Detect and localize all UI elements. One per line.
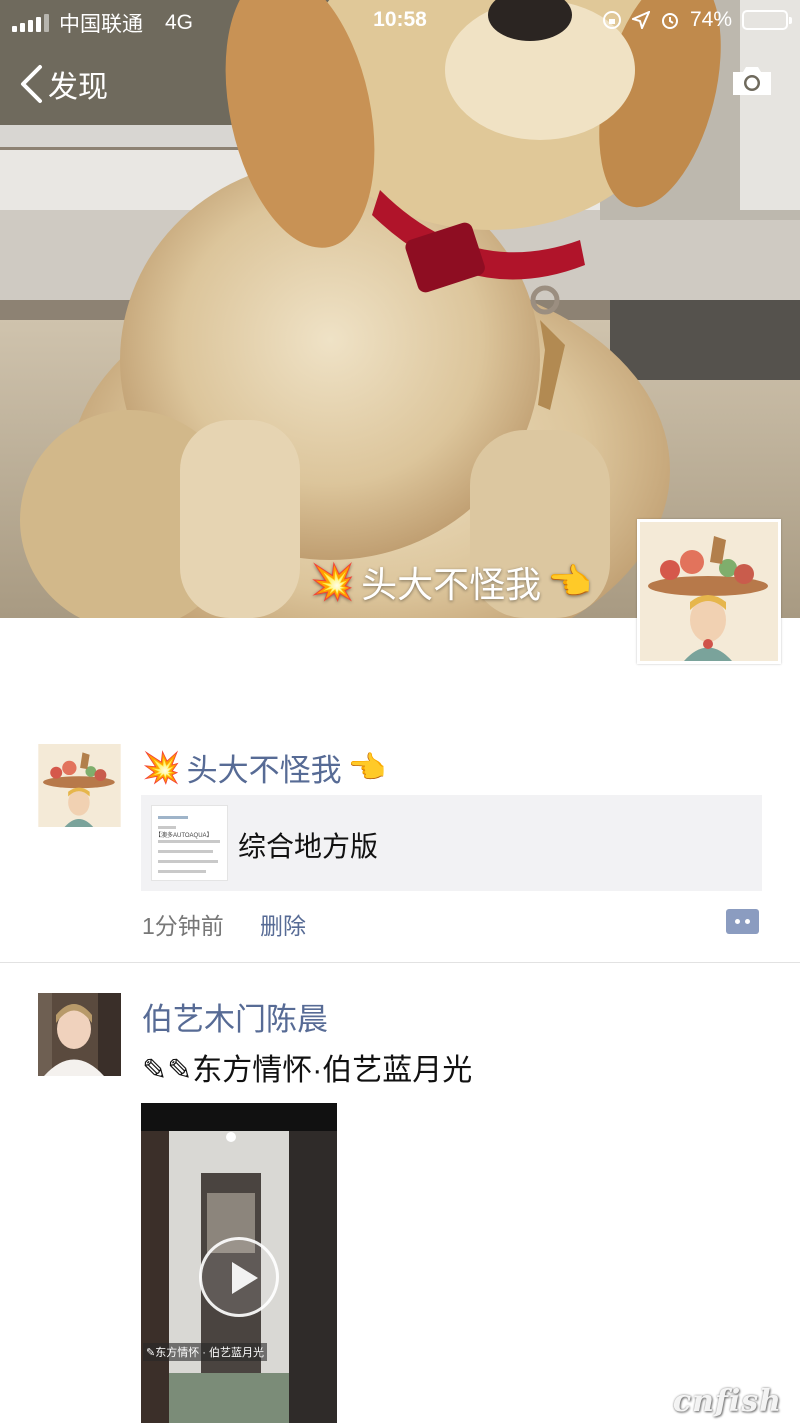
post-author-name[interactable]: 伯艺木门陈晨: [142, 994, 328, 1039]
alarm-icon: [661, 13, 678, 29]
camera-icon: [733, 67, 771, 95]
delete-button[interactable]: 删除: [260, 907, 306, 941]
profile-name: 💥 头大不怪我 👈: [310, 556, 592, 608]
camera-button[interactable]: [730, 64, 774, 102]
post-author-text: 头大不怪我: [186, 753, 342, 788]
back-button[interactable]: 发现: [18, 62, 108, 106]
avatar-illustration: [38, 744, 121, 827]
thumb-brand-text: 【澳多AUTOAQUA】: [155, 833, 213, 839]
location-icon: [631, 11, 650, 29]
play-icon[interactable]: [199, 1237, 279, 1317]
pointing-emoji: 👈: [347, 750, 387, 785]
avatar-photo: [38, 993, 121, 1076]
video-caption: ✎东方情怀 · 伯艺蓝月光: [143, 1343, 267, 1361]
rotation-lock-icon: [602, 11, 621, 29]
comment-icon[interactable]: [726, 909, 759, 934]
post-author-name[interactable]: 💥 头大不怪我 👈: [142, 745, 386, 790]
profile-avatar[interactable]: [637, 519, 781, 664]
back-chevron-icon: [21, 65, 42, 103]
pointing-emoji: 👈: [547, 561, 592, 602]
battery-icon: [742, 10, 792, 30]
explosion-emoji: 💥: [310, 561, 356, 602]
post-timestamp: 1分钟前: [142, 913, 224, 939]
post-text: ✎✎东方情怀·伯艺蓝月光: [142, 1054, 473, 1087]
post-divider: [0, 962, 800, 963]
profile-name-text: 头大不怪我: [361, 564, 542, 605]
avatar-illustration: [640, 522, 778, 661]
explosion-emoji: 💥: [142, 750, 181, 785]
battery-percent: 74%: [689, 8, 732, 31]
shared-link-thumbnail: 【澳多AUTOAQUA】: [151, 805, 228, 881]
shared-link-title: 综合地方版: [238, 831, 379, 862]
video-thumbnail[interactable]: ✎东方情怀 · 伯艺蓝月光: [141, 1103, 337, 1423]
post-author-avatar[interactable]: [38, 744, 121, 827]
post-author-avatar[interactable]: [38, 993, 121, 1076]
status-bar: 中国联通 4G 10:58 74%: [0, 0, 800, 42]
watermark: cnfish: [672, 1384, 782, 1419]
back-label: 发现: [48, 71, 108, 104]
shared-link-card[interactable]: 【澳多AUTOAQUA】 综合地方版: [141, 795, 762, 891]
